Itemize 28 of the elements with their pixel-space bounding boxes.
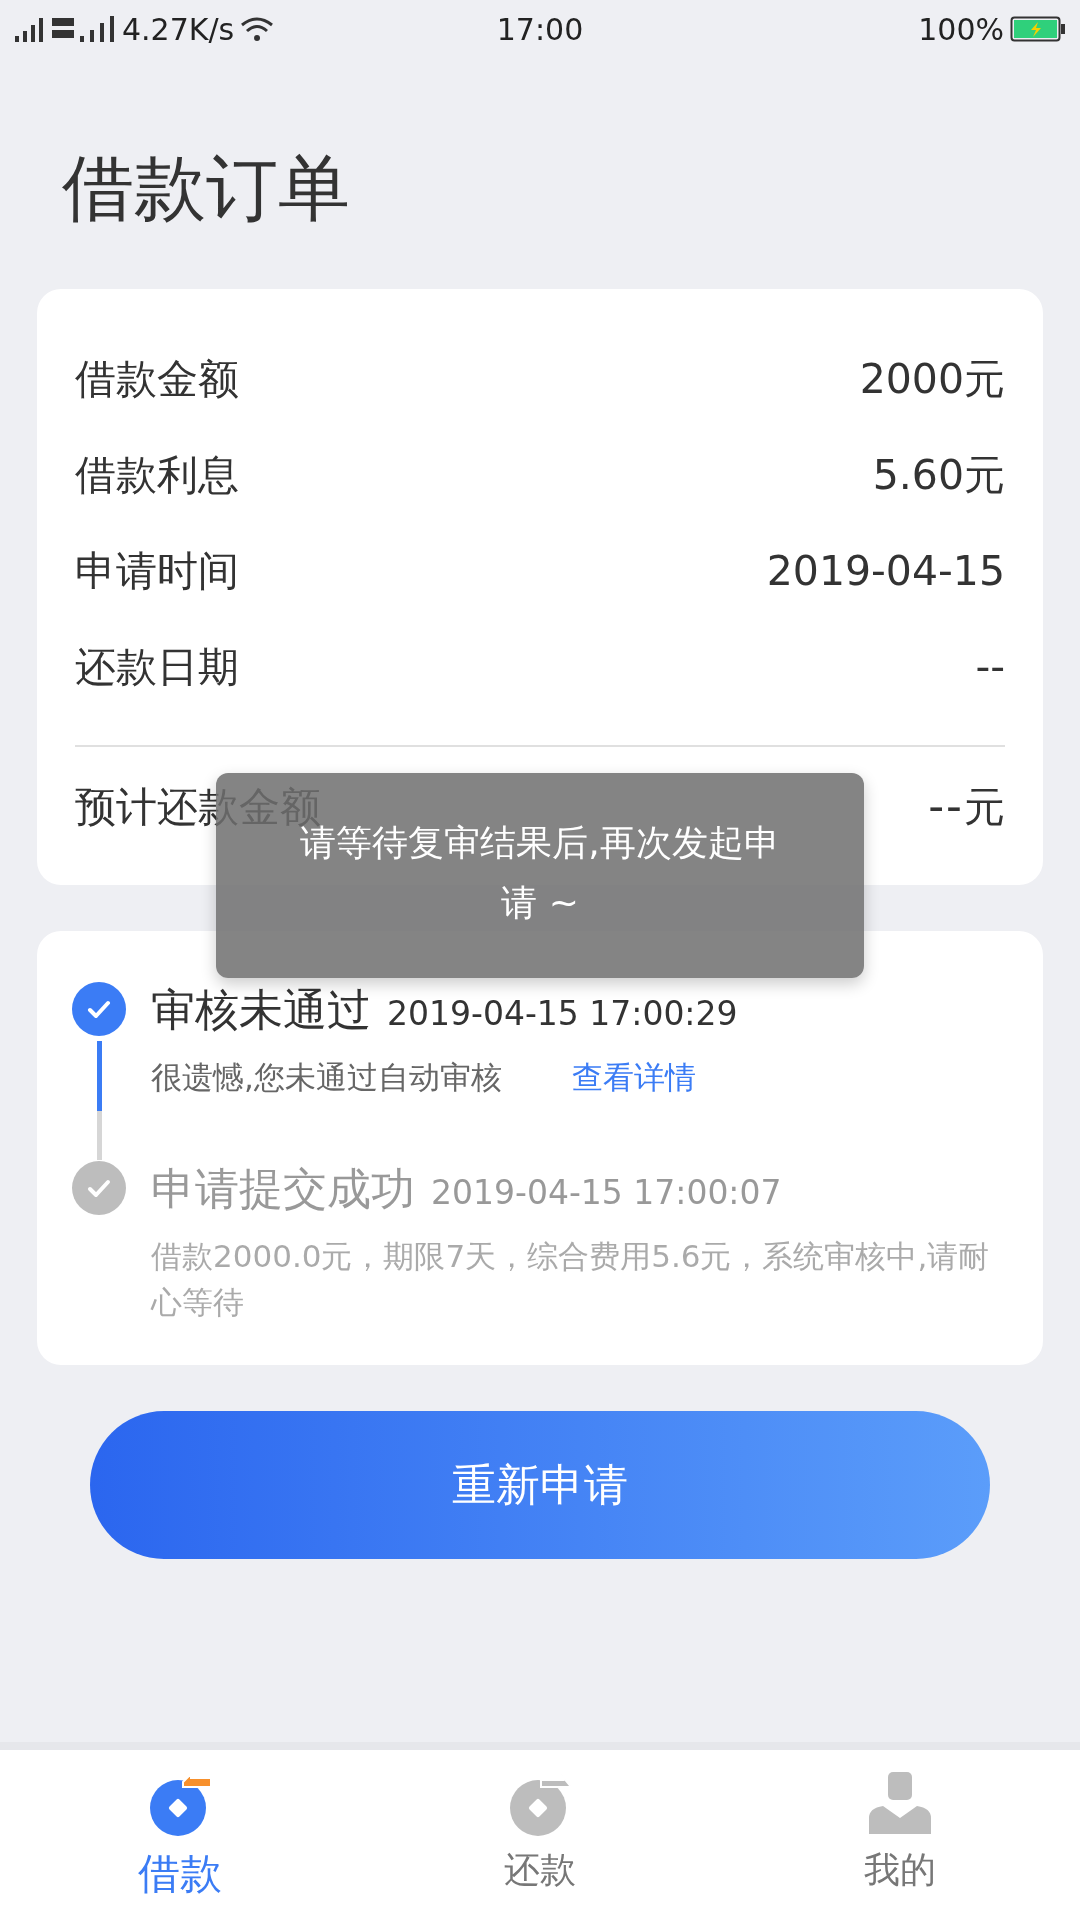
reapply-button[interactable]: 重新申请 [90,1411,990,1559]
clock: 17:00 [496,11,584,47]
network-speed: 4.27K/s [122,11,235,47]
row-label: 借款金额 [75,353,239,405]
row-value: -- [975,643,1005,691]
battery-icon [1010,16,1066,42]
row-label: 申请时间 [75,545,239,597]
step-title: 审核未通过 [151,983,371,1037]
nav-tab[interactable]: 还款 [360,1750,720,1920]
signal-icon [50,14,116,44]
step-time: 2019-04-15 17:00:07 [431,1173,782,1212]
row-value: 2019-04-15 [766,547,1005,595]
nav-tab[interactable]: 我的 [720,1750,1080,1920]
step-detail: 借款2000.0元，期限7天，综合费用5.6元，系统审核中,请耐心等待 [151,1237,991,1322]
details-link[interactable]: 查看详情 [571,1054,696,1100]
signal-icon [14,16,44,42]
nav-tab[interactable]: 借款 [0,1750,360,1920]
row-label: 借款利息 [75,449,239,501]
row-value: 5.60元 [872,449,1005,501]
wifi-icon [240,15,275,43]
page-title: 借款订单 [62,145,351,232]
row-value: --元 [928,779,1005,833]
row-label: 还款日期 [75,641,239,693]
step-detail: 很遗憾,您未通过自动审核 [151,1058,502,1097]
battery-level: 100% [918,11,1004,47]
row-value: 2000元 [859,353,1005,405]
step-title: 申请提交成功 [151,1162,415,1216]
step-time: 2019-04-15 17:00:29 [387,994,738,1033]
